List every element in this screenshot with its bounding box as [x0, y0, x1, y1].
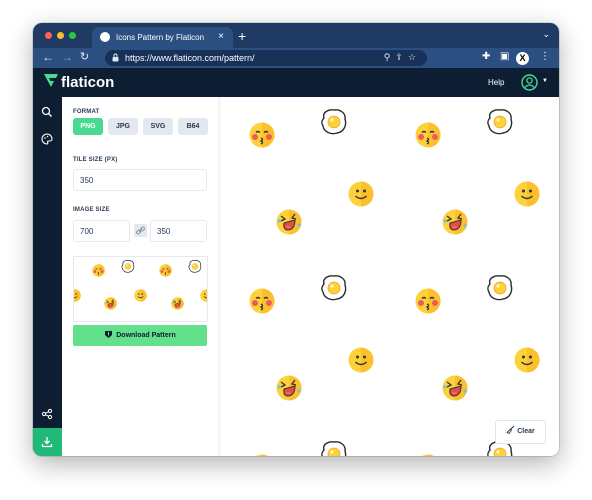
format-svg-button[interactable]: SVG: [143, 118, 173, 135]
download-icon: [41, 437, 53, 448]
laughing-emoji-icon: [275, 374, 303, 402]
kiss-emoji-icon: [414, 287, 442, 315]
preview-pattern: [74, 260, 207, 311]
maximize-window-dot[interactable]: [69, 32, 76, 39]
download-pattern-label: Download Pattern: [116, 332, 176, 339]
laughing-emoji-icon: [275, 208, 303, 236]
format-b64-button[interactable]: B64: [178, 118, 208, 135]
help-link[interactable]: Help: [488, 78, 504, 87]
kiss-emoji-icon: [414, 121, 442, 149]
brand-name: flaticon: [61, 74, 115, 91]
fried-egg-icon: [487, 109, 513, 135]
kiss-emoji-icon: [248, 287, 276, 315]
user-avatar-icon[interactable]: [521, 74, 538, 91]
lock-aspect-link-icon[interactable]: [134, 224, 147, 237]
image-size-label: IMAGE SIZE: [73, 207, 110, 213]
clear-button[interactable]: Clear: [495, 420, 546, 444]
fried-egg-icon: [321, 441, 347, 456]
pattern-canvas: [218, 97, 559, 456]
tab-search-chevron-icon[interactable]: ⌄: [542, 29, 550, 40]
format-png-button[interactable]: PNG: [73, 118, 103, 135]
close-tab-icon[interactable]: ×: [218, 31, 224, 42]
browser-menu-icon[interactable]: ⋮: [540, 51, 550, 62]
download-pattern-button[interactable]: Download Pattern: [73, 325, 207, 346]
format-jpg-button[interactable]: JPG: [108, 118, 138, 135]
zoom-icon[interactable]: ⚲: [384, 52, 396, 62]
new-tab-button[interactable]: +: [238, 28, 246, 44]
download-rail-button[interactable]: [33, 428, 62, 456]
flaticon-logo-icon: [44, 74, 58, 87]
share-nodes-icon[interactable]: [41, 408, 53, 420]
kiss-emoji-icon: [248, 121, 276, 149]
bookmark-star-icon[interactable]: ☆: [408, 52, 421, 62]
back-arrow-icon[interactable]: ←: [42, 50, 54, 64]
minimize-window-dot[interactable]: [57, 32, 64, 39]
image-height-input[interactable]: 350: [150, 220, 207, 242]
address-bar-actions[interactable]: ⚲⇪☆: [384, 52, 421, 63]
fried-egg-icon: [321, 275, 347, 301]
share-icon[interactable]: ⇪: [395, 52, 408, 62]
favicon-icon: [100, 32, 110, 42]
pattern-tiles: [248, 109, 541, 456]
fried-egg-icon: [487, 275, 513, 301]
reload-icon[interactable]: ↻: [80, 50, 89, 63]
avatar-caret-icon[interactable]: ▼: [542, 78, 548, 84]
tile-size-label: TILE SIZE (PX): [73, 157, 118, 163]
site-header: flaticon Help ▼: [33, 68, 559, 97]
smile-emoji-icon: [347, 346, 375, 374]
browser-toolbar: ← → ↻ https://www.flaticon.com/pattern/ …: [33, 48, 559, 68]
left-rail: [33, 97, 62, 456]
settings-panel: FORMAT PNG JPG SVG B64 TILE SIZE (PX) 35…: [62, 97, 218, 456]
lock-icon: [112, 53, 119, 62]
broom-icon: [506, 425, 515, 435]
kiss-emoji-icon: [414, 453, 442, 456]
tab-title: Icons Pattern by Flaticon: [116, 33, 205, 42]
browser-window: Icons Pattern by Flaticon × + ⌄ ← → ↻ ht…: [33, 23, 559, 456]
search-icon[interactable]: [41, 106, 53, 118]
url-text: https://www.flaticon.com/pattern/: [125, 53, 255, 63]
side-panel-icon[interactable]: ▣: [500, 51, 509, 62]
tab-bar: Icons Pattern by Flaticon × + ⌄: [33, 23, 559, 48]
close-window-dot[interactable]: [45, 32, 52, 39]
clear-label: Clear: [517, 428, 535, 435]
address-bar[interactable]: https://www.flaticon.com/pattern/ ⚲⇪☆: [105, 50, 427, 66]
flaticon-logo[interactable]: flaticon: [43, 73, 114, 91]
kiss-emoji-icon: [248, 453, 276, 456]
forward-arrow-icon[interactable]: →: [61, 50, 73, 64]
format-label: FORMAT: [73, 109, 100, 115]
extensions-puzzle-icon[interactable]: ✚: [482, 51, 490, 62]
smile-emoji-icon: [513, 180, 541, 208]
image-width-input[interactable]: 700: [73, 220, 130, 242]
profile-button[interactable]: X: [516, 52, 529, 65]
smile-emoji-icon: [513, 346, 541, 374]
fried-egg-icon: [321, 109, 347, 135]
download-shield-icon: [105, 331, 113, 338]
tile-size-input[interactable]: 350: [73, 169, 207, 191]
palette-icon[interactable]: [41, 133, 53, 145]
pattern-preview: [73, 256, 208, 322]
browser-tab[interactable]: Icons Pattern by Flaticon ×: [92, 27, 233, 48]
smile-emoji-icon: [347, 180, 375, 208]
laughing-emoji-icon: [441, 208, 469, 236]
link-icon: [136, 226, 145, 235]
laughing-emoji-icon: [441, 374, 469, 402]
